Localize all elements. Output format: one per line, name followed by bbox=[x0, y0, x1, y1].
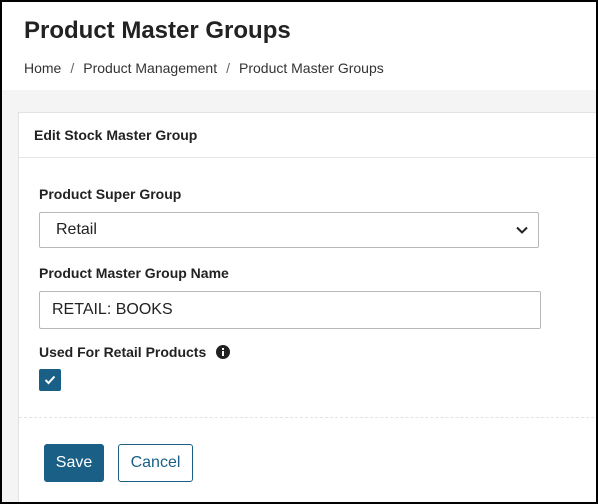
breadcrumb-separator: / bbox=[70, 60, 75, 76]
save-button[interactable]: Save bbox=[44, 444, 104, 482]
cancel-button[interactable]: Cancel bbox=[118, 444, 193, 482]
breadcrumb: Home / Product Management / Product Mast… bbox=[24, 60, 596, 76]
window-frame: Product Master Groups Home / Product Man… bbox=[0, 0, 598, 504]
breadcrumb-home[interactable]: Home bbox=[24, 60, 61, 76]
group-name-label: Product Master Group Name bbox=[39, 265, 229, 281]
group-name-input[interactable]: RETAIL: BOOKS bbox=[39, 291, 541, 329]
page-title: Product Master Groups bbox=[24, 17, 291, 44]
breadcrumb-separator: / bbox=[226, 60, 230, 76]
super-group-select[interactable]: Retail bbox=[39, 212, 539, 248]
retail-products-checkbox[interactable] bbox=[39, 369, 61, 391]
breadcrumb-current: Product Master Groups bbox=[239, 60, 384, 76]
page-header: Product Master Groups Home / Product Man… bbox=[2, 2, 596, 90]
group-name-value: RETAIL: BOOKS bbox=[52, 301, 173, 318]
checkmark-icon bbox=[44, 375, 56, 385]
retail-products-label: Used For Retail Products bbox=[39, 344, 207, 360]
super-group-label: Product Super Group bbox=[39, 186, 182, 202]
info-icon[interactable] bbox=[216, 345, 231, 359]
breadcrumb-product-management[interactable]: Product Management bbox=[83, 60, 217, 76]
edit-card: Edit Stock Master Group Product Super Gr… bbox=[18, 112, 596, 502]
divider bbox=[19, 417, 596, 418]
chevron-down-icon bbox=[516, 226, 528, 234]
retail-products-label-row: Used For Retail Products bbox=[39, 344, 231, 360]
super-group-value: Retail bbox=[56, 221, 97, 238]
card-title: Edit Stock Master Group bbox=[19, 113, 596, 158]
